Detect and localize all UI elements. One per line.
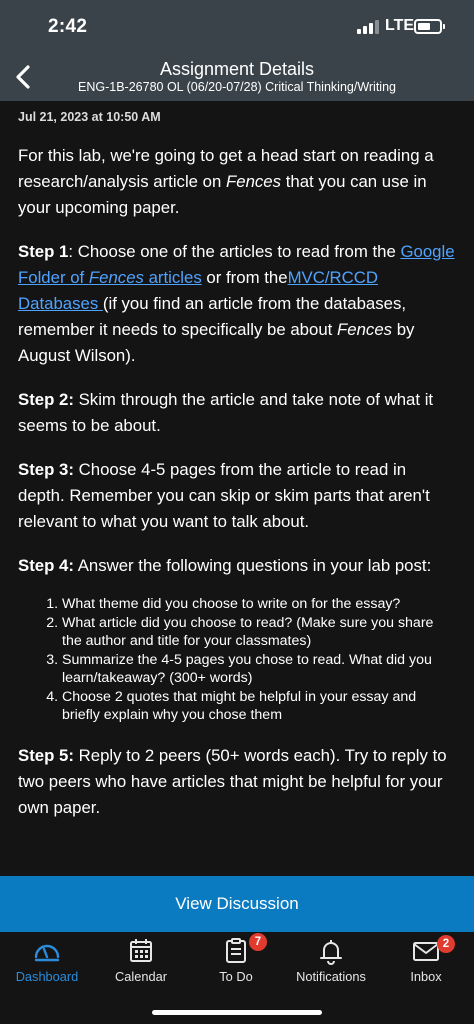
status-time: 2:42 — [48, 16, 88, 37]
tab-dashboard[interactable]: Dashboard — [0, 932, 94, 992]
step-1-label: Step 1 — [18, 242, 69, 261]
tab-label: Inbox — [410, 969, 442, 984]
tab-inbox[interactable]: 2 Inbox — [379, 932, 473, 992]
step-5-label: Step 5: — [18, 745, 74, 765]
assignment-date: Jul 21, 2023 at 10:50 AM — [18, 110, 161, 124]
tab-label: Calendar — [115, 969, 167, 984]
list-item: Choose 2 quotes that might be helpful in… — [62, 688, 456, 725]
header-bar: 2:42 LTE Assignment Details ENG-1B-26780… — [0, 0, 474, 101]
list-item: Summarize the 4-5 pages you chose to rea… — [62, 651, 456, 688]
home-indicator[interactable] — [152, 1010, 322, 1015]
step-2-label: Step 2: — [18, 390, 74, 409]
network-label: LTE — [385, 17, 415, 34]
inbox-badge: 2 — [437, 935, 455, 953]
tab-notifications[interactable]: Notifications — [284, 932, 378, 992]
course-subtitle: ENG-1B-26780 OL (06/20-07/28) Critical T… — [78, 80, 396, 94]
step-4-label: Step 4: — [18, 556, 74, 575]
dashboard-icon — [34, 944, 60, 962]
todo-badge: 7 — [249, 933, 267, 951]
step-2-paragraph: Step 2: Skim through the article and tak… — [18, 390, 434, 435]
assignment-body[interactable]: Jul 21, 2023 at 10:50 AM For this lab, w… — [0, 101, 474, 876]
battery-icon — [414, 19, 445, 34]
calendar-icon — [130, 939, 152, 962]
intro-paragraph: For this lab, we're going to get a head … — [18, 146, 434, 217]
page-title: Assignment Details — [159, 59, 315, 79]
questions-list: What theme did you choose to write on fo… — [18, 595, 456, 725]
tab-label: Notifications — [296, 969, 366, 984]
bell-icon — [320, 940, 342, 965]
tab-todo[interactable]: 7 To Do — [189, 932, 283, 992]
step-1-paragraph: Step 1: Choose one of the articles to re… — [18, 242, 455, 365]
step-5-paragraph: Step 5: Reply to 2 peers (50+ words each… — [18, 745, 447, 817]
step-3-paragraph: Step 3: Choose 4-5 pages from the articl… — [18, 460, 430, 531]
step-3-label: Step 3: — [18, 460, 74, 479]
tab-calendar[interactable]: Calendar — [94, 932, 188, 992]
todo-icon — [226, 938, 246, 963]
view-discussion-button[interactable]: View Discussion — [0, 876, 474, 932]
tab-label: Dashboard — [15, 969, 79, 984]
status-bar: 2:42 LTE — [0, 0, 474, 54]
tab-label: To Do — [219, 969, 253, 984]
step-4-paragraph: Step 4: Answer the following questions i… — [18, 556, 432, 575]
list-item: What theme did you choose to write on fo… — [62, 595, 456, 614]
list-item: What article did you choose to read? (Ma… — [62, 614, 456, 651]
signal-icon — [357, 20, 379, 34]
